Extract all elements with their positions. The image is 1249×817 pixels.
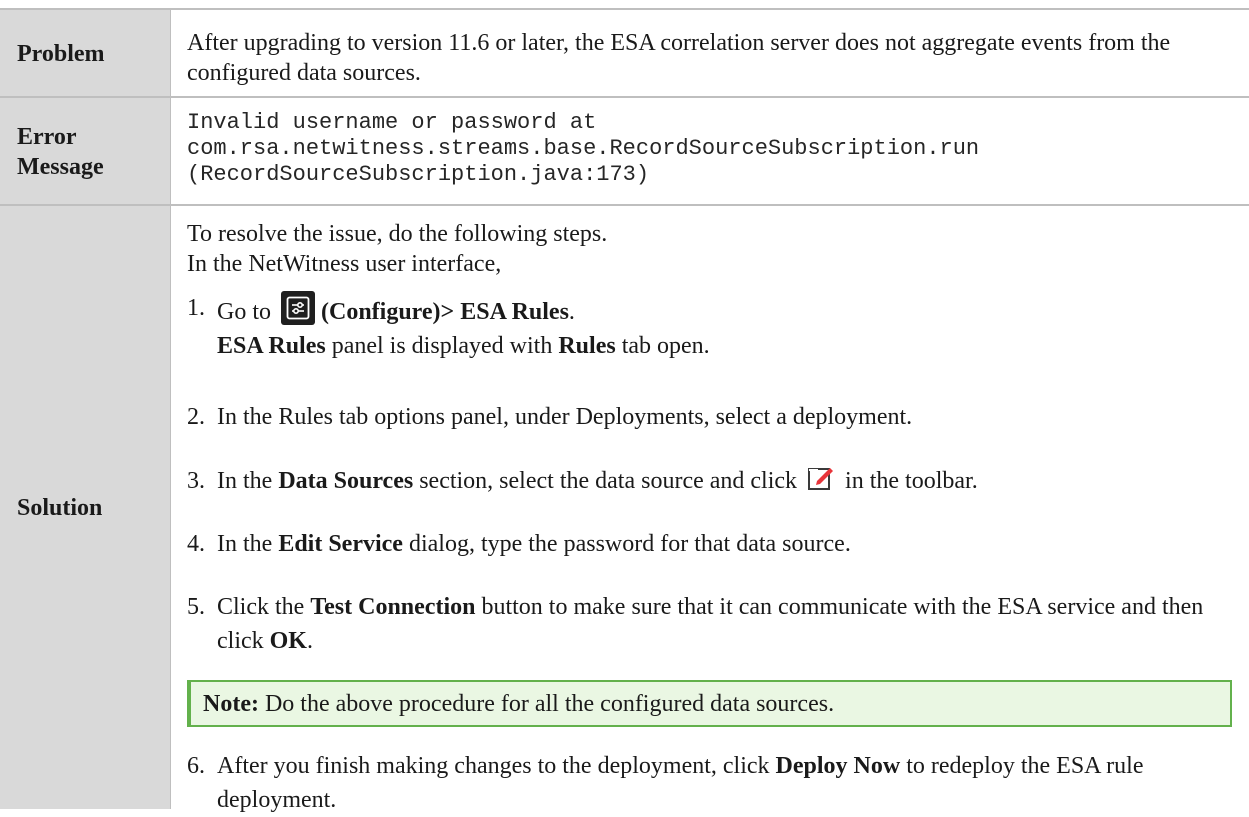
solution-intro-line2: In the NetWitness user interface, bbox=[187, 251, 502, 277]
step-3-post: in the toolbar. bbox=[839, 468, 978, 494]
solution-intro-line1: To resolve the issue, do the following s… bbox=[187, 221, 608, 247]
step-1-mid: panel is displayed with bbox=[325, 333, 559, 359]
step-number: 1. bbox=[187, 295, 205, 321]
error-label: Error Message bbox=[17, 122, 104, 182]
step-2-text: In the Rules tab options panel, under De… bbox=[217, 404, 913, 430]
step-1-go-to: Go to bbox=[217, 299, 271, 325]
problem-label-cell: Problem bbox=[0, 10, 170, 98]
error-label-line1: Error bbox=[17, 124, 77, 150]
problem-text: After upgrading to version 11.6 or later… bbox=[187, 30, 1171, 86]
error-row: Error Message Invalid username or passwo… bbox=[0, 96, 1249, 206]
step-1-rules: Rules bbox=[558, 333, 616, 359]
step-3: 3. In the Data Sources section, select t… bbox=[187, 464, 1237, 498]
step-number: 5. bbox=[187, 594, 205, 620]
step-number: 4. bbox=[187, 531, 205, 557]
step-4-edit-service: Edit Service bbox=[278, 531, 403, 557]
troubleshooting-table: Problem After upgrading to version 11.6 … bbox=[0, 0, 1249, 813]
error-label-cell: Error Message bbox=[0, 98, 170, 206]
step-6: 6. After you finish making changes to th… bbox=[187, 749, 1237, 817]
step-5-pre: Click the bbox=[217, 594, 311, 620]
error-line-1: Invalid username or password at bbox=[187, 110, 597, 135]
step-5: 5. Click the Test Connection button to m… bbox=[187, 590, 1237, 658]
step-5-post: . bbox=[306, 628, 313, 654]
solution-label: Solution bbox=[17, 494, 103, 521]
step-5-test-connection: Test Connection bbox=[310, 594, 476, 620]
error-content-cell: Invalid username or password at com.rsa.… bbox=[170, 98, 1249, 206]
step-3-mid: section, select the data source and clic… bbox=[413, 468, 804, 494]
solution-label-cell: Solution bbox=[0, 206, 170, 809]
problem-content-cell: After upgrading to version 11.6 or later… bbox=[170, 10, 1249, 98]
step-1: 1. Go to (Configure)> ESA Rules. ESA Rule… bbox=[187, 291, 1237, 363]
error-line-3: (RecordSourceSubscription.java:173) bbox=[187, 162, 650, 187]
error-line-2: com.rsa.netwitness.streams.base.RecordSo… bbox=[187, 136, 980, 161]
error-label-line2: Message bbox=[17, 154, 104, 180]
step-1-period: . bbox=[568, 299, 575, 325]
step-5-ok: OK bbox=[269, 628, 307, 654]
step-6-pre: After you finish making changes to the d… bbox=[217, 753, 776, 779]
step-number: 3. bbox=[187, 468, 205, 494]
step-3-data-sources: Data Sources bbox=[278, 468, 414, 494]
configure-icon[interactable] bbox=[281, 291, 315, 325]
step-4: 4. In the Edit Service dialog, type the … bbox=[187, 527, 1237, 561]
solution-intro: To resolve the issue, do the following s… bbox=[187, 219, 1229, 279]
note-text: Do the above procedure for all the confi… bbox=[258, 691, 835, 717]
step-6-deploy-now: Deploy Now bbox=[775, 753, 901, 779]
step-number: 6. bbox=[187, 753, 205, 779]
step-1-esa-rules: ESA Rules bbox=[217, 333, 326, 359]
step-4-pre: In the bbox=[217, 531, 279, 557]
solution-row: Solution To resolve the issue, do the fo… bbox=[0, 204, 1249, 813]
note-label: Note: bbox=[203, 691, 259, 717]
step-number: 2. bbox=[187, 404, 205, 430]
solution-content-cell: To resolve the issue, do the following s… bbox=[170, 206, 1249, 813]
problem-label: Problem bbox=[17, 41, 105, 67]
step-1-configure-path: (Configure)> ESA Rules bbox=[321, 299, 569, 325]
note-box: Note: Do the above procedure for all the… bbox=[187, 680, 1232, 727]
step-4-post: dialog, type the password for that data … bbox=[402, 531, 851, 557]
problem-row: Problem After upgrading to version 11.6 … bbox=[0, 8, 1249, 98]
step-1-end: tab open. bbox=[615, 333, 710, 359]
edit-icon[interactable] bbox=[807, 465, 835, 491]
step-3-pre: In the bbox=[217, 468, 279, 494]
step-2: 2. In the Rules tab options panel, under… bbox=[187, 400, 1237, 434]
error-message-code: Invalid username or password at com.rsa.… bbox=[187, 110, 1229, 188]
